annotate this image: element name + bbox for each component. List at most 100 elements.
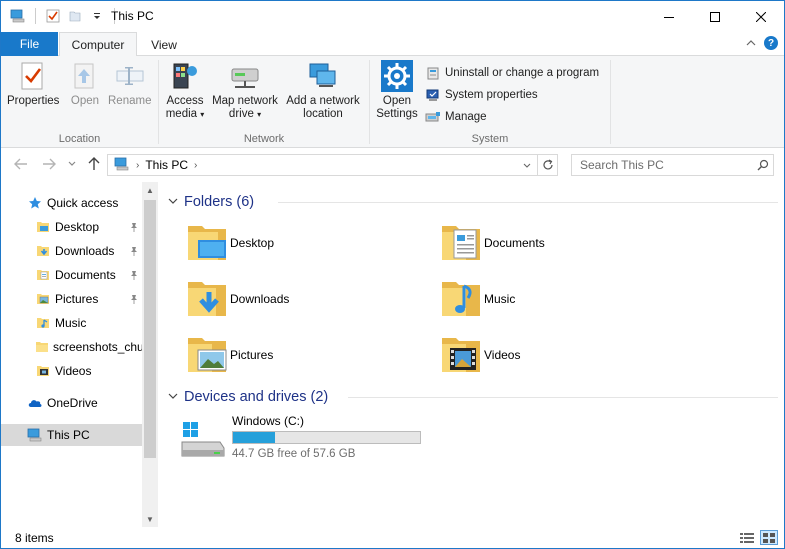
settings-gear-icon bbox=[381, 60, 413, 92]
nav-item-screenshots[interactable]: screenshots_chu bbox=[1, 336, 142, 358]
nav-item-desktop[interactable]: Desktop bbox=[1, 216, 142, 238]
uninstall-program-button[interactable]: Uninstall or change a program bbox=[425, 62, 599, 84]
minimize-button[interactable] bbox=[646, 1, 692, 32]
back-arrow-icon bbox=[14, 158, 27, 170]
system-properties-button[interactable]: System properties bbox=[425, 84, 599, 106]
ribbon-separator bbox=[610, 60, 611, 144]
nav-quick-access-label: Quick access bbox=[47, 196, 119, 210]
breadcrumb-chevron-icon[interactable]: › bbox=[194, 160, 197, 171]
search-icon[interactable] bbox=[753, 159, 773, 171]
search-box[interactable]: Search This PC bbox=[571, 154, 774, 176]
forward-button[interactable] bbox=[41, 156, 57, 172]
folder-tile-videos[interactable]: Videos bbox=[438, 329, 688, 381]
address-history-dropdown[interactable] bbox=[519, 155, 535, 175]
customize-dropdown-icon[interactable] bbox=[88, 7, 106, 25]
folder-tile-downloads[interactable]: Downloads bbox=[184, 273, 434, 325]
open-settings-button[interactable]: Open Settings bbox=[374, 60, 420, 121]
help-icon[interactable]: ? bbox=[764, 36, 778, 50]
nav-item-music[interactable]: Music bbox=[1, 312, 142, 334]
expand-ribbon-icon[interactable] bbox=[746, 36, 756, 50]
open-settings-label-line2: Settings bbox=[376, 108, 418, 120]
tab-computer[interactable]: Computer bbox=[59, 32, 137, 57]
folder-tile-label: Videos bbox=[484, 348, 521, 362]
close-button[interactable] bbox=[738, 1, 784, 32]
nav-item-label: Videos bbox=[55, 364, 92, 378]
devices-section-title: Devices and drives (2) bbox=[184, 389, 329, 405]
scroll-up-arrow-icon[interactable]: ▲ bbox=[142, 182, 158, 198]
tiles-view-icon[interactable] bbox=[760, 530, 778, 545]
collapse-chevron-icon[interactable] bbox=[168, 392, 180, 403]
rename-button[interactable]: Rename bbox=[108, 60, 151, 108]
pin-icon[interactable] bbox=[128, 268, 140, 282]
pin-icon[interactable] bbox=[128, 244, 140, 258]
nav-onedrive[interactable]: OneDrive bbox=[1, 392, 142, 414]
manage-icon bbox=[425, 109, 441, 125]
folders-section-header[interactable]: Folders (6) bbox=[168, 192, 778, 212]
properties-button[interactable]: Properties bbox=[7, 60, 59, 108]
nav-item-label: Desktop bbox=[55, 220, 100, 234]
search-input[interactable]: Search This PC bbox=[572, 158, 753, 172]
access-media-label-text: media bbox=[165, 108, 198, 120]
folder-tile-documents[interactable]: Documents bbox=[438, 217, 688, 269]
add-network-location-button[interactable]: Add a network location bbox=[283, 60, 363, 121]
scroll-down-arrow-icon[interactable]: ▼ bbox=[142, 511, 158, 527]
title-bar: This PC bbox=[1, 1, 784, 32]
nav-item-downloads[interactable]: Downloads bbox=[1, 240, 142, 262]
pictures-folder-icon bbox=[184, 332, 230, 378]
qat-separator bbox=[35, 8, 36, 24]
open-button[interactable]: Open bbox=[69, 60, 101, 108]
drive-free-space: 44.7 GB free of 57.6 GB bbox=[232, 448, 356, 460]
pictures-folder-icon bbox=[35, 291, 51, 307]
details-view-icon[interactable] bbox=[738, 530, 756, 545]
tab-file[interactable]: File bbox=[1, 32, 58, 56]
devices-section-header[interactable]: Devices and drives (2) bbox=[168, 387, 778, 407]
chevron-down-icon: ▾ bbox=[200, 110, 205, 119]
folders-section-title: Folders (6) bbox=[184, 194, 255, 210]
pin-icon[interactable] bbox=[128, 292, 140, 306]
content-pane: Folders (6) Desktop Documents Downloads bbox=[158, 182, 784, 527]
back-button[interactable] bbox=[13, 156, 29, 172]
manage-button[interactable]: Manage bbox=[425, 106, 599, 128]
uninstall-icon bbox=[425, 65, 441, 81]
map-drive-label-line2: drive ▾ bbox=[229, 108, 261, 121]
collapse-chevron-icon[interactable] bbox=[168, 197, 180, 208]
breadcrumb-this-pc[interactable]: This PC bbox=[145, 158, 188, 172]
up-button[interactable] bbox=[86, 156, 102, 172]
status-bar: 8 items bbox=[1, 527, 784, 548]
folder-tile-pictures[interactable]: Pictures bbox=[184, 329, 434, 381]
new-folder-icon[interactable] bbox=[66, 7, 84, 25]
nav-item-pictures[interactable]: Pictures bbox=[1, 288, 142, 310]
breadcrumb-chevron-icon[interactable]: › bbox=[136, 160, 139, 171]
ribbon-group-system: Open Settings Uninstall or change a prog… bbox=[370, 56, 610, 148]
refresh-button[interactable] bbox=[537, 155, 557, 175]
address-bar[interactable]: › This PC › bbox=[107, 154, 558, 176]
nav-this-pc[interactable]: This PC bbox=[1, 424, 142, 446]
properties-label: Properties bbox=[7, 95, 60, 107]
properties-check-icon[interactable] bbox=[44, 7, 62, 25]
access-media-button[interactable]: Access media ▾ bbox=[165, 60, 205, 121]
drive-tile-c[interactable]: Windows (C:) 44.7 GB free of 57.6 GB bbox=[180, 412, 460, 462]
close-icon bbox=[756, 11, 766, 22]
window-controls bbox=[646, 1, 784, 32]
nav-item-videos[interactable]: Videos bbox=[1, 360, 142, 382]
tab-view[interactable]: View bbox=[141, 32, 187, 57]
maximize-button[interactable] bbox=[692, 1, 738, 32]
nav-item-label: Pictures bbox=[55, 292, 99, 306]
nav-pane-scrollbar[interactable]: ▲ ▼ bbox=[142, 182, 158, 527]
access-media-label-line1: Access bbox=[166, 95, 204, 107]
window-title: This PC bbox=[111, 9, 154, 23]
minimize-icon bbox=[664, 16, 674, 18]
add-location-label-line1: Add a network bbox=[286, 95, 360, 107]
pin-icon[interactable] bbox=[128, 220, 140, 234]
scrollbar-thumb[interactable] bbox=[144, 200, 156, 458]
recent-locations-button[interactable] bbox=[64, 156, 80, 172]
breadcrumb: › This PC › bbox=[108, 157, 197, 174]
map-network-drive-button[interactable]: Map network drive ▾ bbox=[209, 60, 281, 121]
folder-tile-music[interactable]: Music bbox=[438, 273, 688, 325]
nav-quick-access[interactable]: Quick access bbox=[1, 192, 142, 214]
folder-tile-desktop[interactable]: Desktop bbox=[184, 217, 434, 269]
nav-item-documents[interactable]: Documents bbox=[1, 264, 142, 286]
item-count: 8 items bbox=[15, 530, 54, 545]
this-pc-icon[interactable] bbox=[9, 7, 27, 25]
refresh-icon bbox=[542, 159, 553, 170]
